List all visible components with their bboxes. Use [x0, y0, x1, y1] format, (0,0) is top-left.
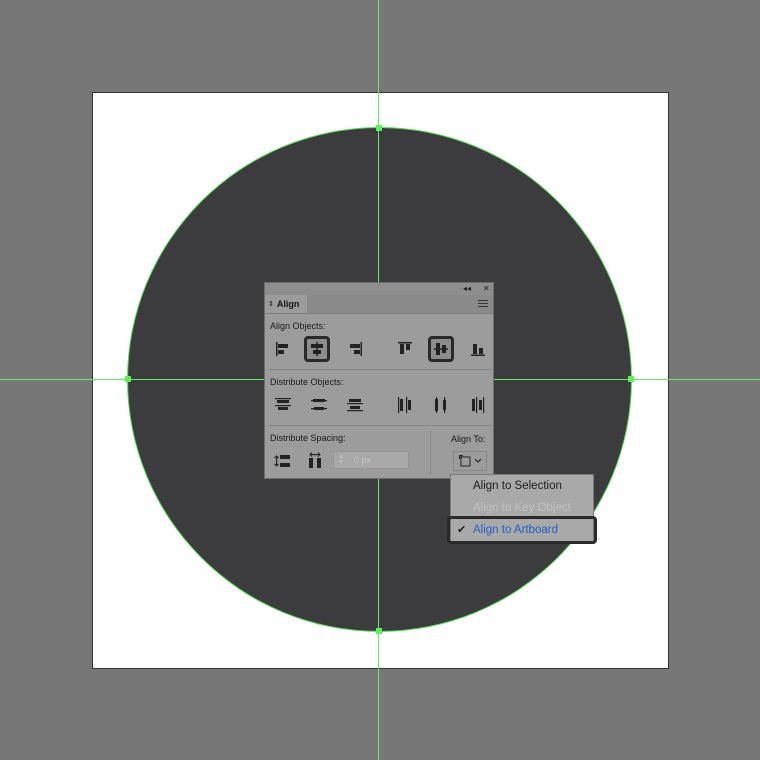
chevron-down-icon — [474, 458, 482, 463]
horizontal-align-right-button[interactable] — [345, 339, 365, 359]
vertical-distribute-center-button[interactable] — [309, 395, 329, 415]
panel-tab-row: ⇕ Align — [265, 295, 493, 314]
selection-highlight — [447, 516, 597, 544]
horizontal-distribute-right-button[interactable] — [468, 395, 488, 415]
align-to-artboard-icon — [459, 455, 471, 467]
menu-item-label: Align to Selection — [473, 480, 562, 492]
anchor-point-right[interactable] — [628, 376, 634, 382]
vertical-align-center-button[interactable] — [428, 336, 454, 362]
vertical-distribute-space-icon — [274, 455, 290, 467]
align-objects-label: Align Objects: — [270, 321, 326, 331]
vertical-align-top-icon — [398, 342, 412, 354]
menu-item-label: Align to Key Object — [473, 502, 571, 514]
vertical-align-bottom-button[interactable] — [468, 339, 488, 359]
horizontal-distribute-center-icon — [435, 397, 446, 413]
section-divider-vertical — [430, 431, 431, 475]
menu-item-align-to-selection[interactable]: Align to Selection — [451, 475, 593, 497]
anchor-point-bottom[interactable] — [376, 628, 382, 634]
tab-align-label: Align — [276, 299, 300, 309]
align-to-label: Align To: — [451, 434, 486, 444]
horizontal-distribute-left-icon — [398, 397, 411, 413]
anchor-point-left[interactable] — [125, 376, 131, 382]
vertical-distribute-bottom-button[interactable] — [345, 395, 365, 415]
horizontal-distribute-left-button[interactable] — [395, 395, 415, 415]
horizontal-align-left-button[interactable] — [273, 339, 293, 359]
anchor-point-top[interactable] — [376, 125, 382, 131]
vertical-distribute-center-icon — [311, 399, 327, 410]
panel-menu-icon[interactable] — [478, 300, 488, 308]
distribute-objects-label: Distribute Objects: — [270, 377, 344, 387]
align-to-dropdown-button[interactable] — [453, 451, 487, 471]
horizontal-align-left-icon — [276, 342, 288, 356]
horizontal-distribute-right-icon — [472, 397, 485, 413]
vertical-distribute-top-icon — [275, 398, 291, 410]
vertical-distribute-bottom-icon — [347, 399, 363, 412]
horizontal-align-right-icon — [350, 342, 362, 356]
collapse-panel-icon[interactable]: ◂◂ — [463, 284, 471, 294]
spacing-value: 0 px — [354, 455, 372, 465]
vertical-align-top-button[interactable] — [395, 339, 415, 359]
close-panel-icon[interactable]: ✕ — [483, 284, 490, 294]
tab-align[interactable]: ⇕ Align — [265, 295, 307, 313]
horizontal-align-center-icon — [311, 342, 323, 356]
distribute-spacing-label: Distribute Spacing: — [270, 433, 346, 443]
align-panel: ◂◂ ✕ ⇕ Align Align Objects: Distribute O… — [264, 282, 494, 479]
vertical-align-center-icon — [434, 343, 448, 355]
horizontal-distribute-space-button[interactable] — [305, 451, 325, 471]
vertical-align-bottom-icon — [471, 344, 485, 356]
spacing-stepper[interactable]: ▲ ▼ — [334, 453, 348, 466]
panel-title-bar[interactable]: ◂◂ ✕ — [265, 283, 493, 295]
section-divider — [269, 425, 491, 426]
section-divider — [269, 369, 491, 370]
vertical-distribute-top-button[interactable] — [273, 395, 293, 415]
tab-toggle-icon[interactable]: ⇕ — [268, 300, 274, 308]
spacing-value-field[interactable]: ▲ ▼ 0 px — [333, 451, 409, 469]
horizontal-distribute-space-icon — [309, 452, 321, 468]
vertical-distribute-space-button[interactable] — [273, 451, 293, 471]
horizontal-distribute-center-button[interactable] — [431, 395, 451, 415]
horizontal-align-center-button[interactable] — [304, 336, 330, 362]
